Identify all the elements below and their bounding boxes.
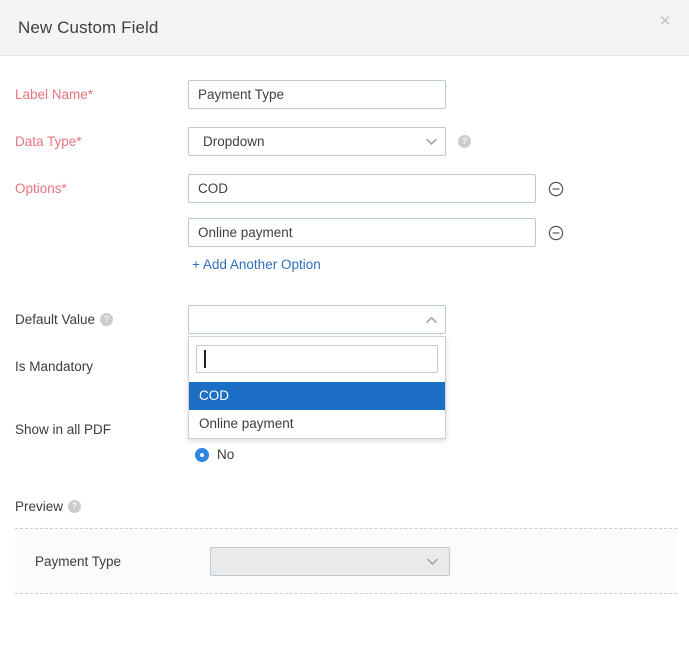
data-type-help-icon[interactable]: ? [458,135,471,148]
dropdown-option-cod[interactable]: COD [189,382,445,410]
is-mandatory-label: Is Mandatory [0,352,188,375]
preview-field-label: Payment Type [35,554,210,569]
dropdown-option-online-payment[interactable]: Online payment [189,410,445,438]
dropdown-search-input[interactable] [196,345,438,373]
default-value-select-wrap [188,305,446,334]
data-type-select-value: Dropdown [203,134,265,149]
modal-header: New Custom Field ✕ [0,0,689,56]
data-type-select[interactable]: Dropdown [188,127,446,156]
default-value-select[interactable] [188,305,446,334]
row-label-name: Label Name* [0,80,689,109]
preview-field-select [210,547,450,576]
row-data-type: Data Type* Dropdown ? [0,127,689,156]
option-control-1 [188,174,689,203]
show-in-all-pdf-no-label: No [217,447,234,462]
default-value-label-text: Default Value [15,311,95,328]
data-type-control: Dropdown ? [188,127,689,156]
data-type-select-wrap: Dropdown [188,127,446,156]
preview-help-icon[interactable]: ? [68,500,81,513]
label-name-input[interactable] [188,80,446,109]
circle-minus-icon-1[interactable] [548,181,564,197]
options-label: Options* [0,174,188,197]
label-name-control [188,80,689,109]
custom-field-form: Label Name* Data Type* Dropdown ? Option… [0,56,689,594]
dropdown-option-list: COD Online payment [189,382,445,438]
radio-dot-icon [195,448,209,462]
data-type-label: Data Type* [0,127,188,150]
preview-label-text: Preview [15,499,63,514]
option-input-2[interactable] [188,218,536,247]
default-value-dropdown-panel: COD Online payment [188,336,446,439]
row-options-2 [0,218,689,247]
row-options: Options* [0,174,689,203]
default-value-control [188,305,689,334]
row-default-value: Default Value ? [0,305,689,334]
default-value-help-icon[interactable]: ? [100,313,113,326]
show-in-all-pdf-label: Show in all PDF [0,415,188,438]
option-control-2 [188,218,689,247]
show-in-all-pdf-radio-no[interactable]: No [195,447,239,462]
circle-minus-icon-2[interactable] [548,225,564,241]
preview-panel: Payment Type [15,528,677,594]
add-another-option-link[interactable]: + Add Another Option [188,257,321,272]
preview-section: Preview ? Payment Type [0,499,689,594]
default-value-label: Default Value ? [0,305,188,328]
text-cursor-icon [204,350,206,368]
option-input-1[interactable] [188,174,536,203]
add-option-control: + Add Another Option [188,257,689,272]
close-icon[interactable]: ✕ [656,13,674,31]
options-label-spacer [0,218,188,224]
row-add-option: + Add Another Option [0,257,689,285]
preview-header: Preview ? [0,499,689,514]
dropdown-search-wrap [196,345,438,373]
add-option-spacer [0,257,188,263]
label-name-label: Label Name* [0,80,188,103]
page-title: New Custom Field [18,18,158,38]
chevron-down-icon [427,548,438,577]
